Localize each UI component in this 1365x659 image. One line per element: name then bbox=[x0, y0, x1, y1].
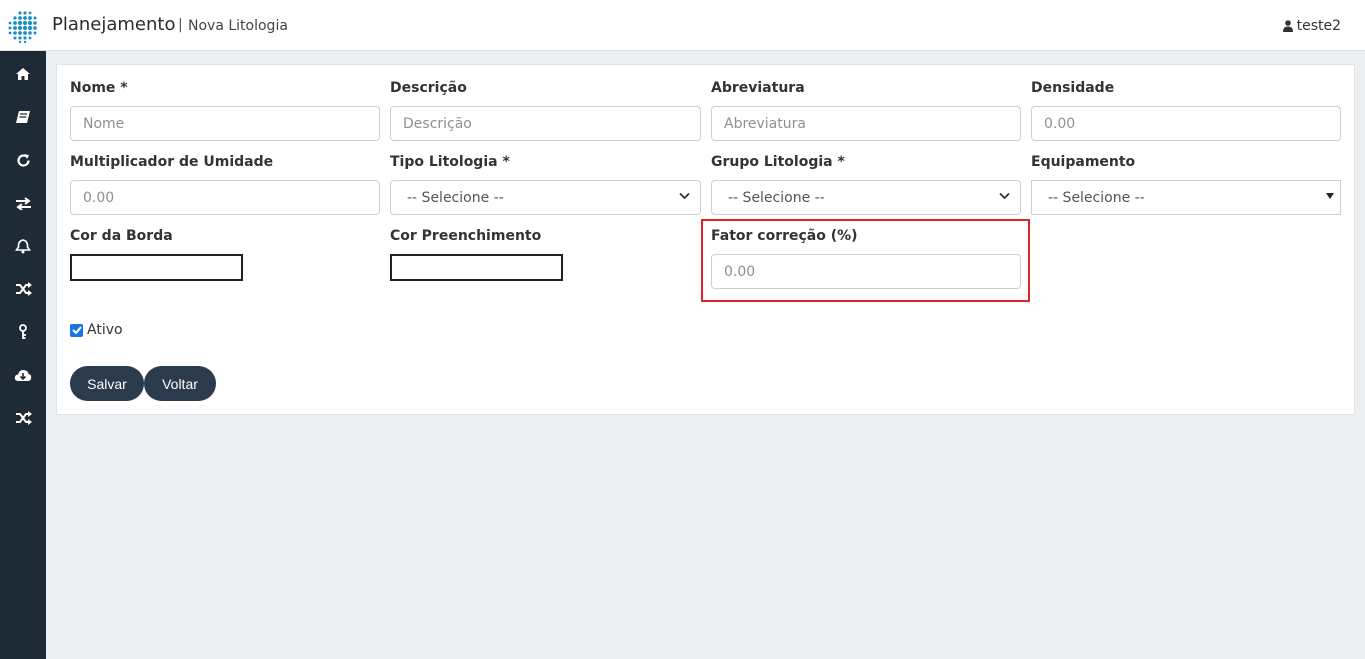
refresh-icon[interactable] bbox=[13, 151, 33, 169]
exchange-icon[interactable] bbox=[13, 194, 33, 212]
shuffle-icon[interactable] bbox=[13, 280, 33, 298]
nome-input[interactable] bbox=[70, 106, 380, 141]
ativo-row: Ativo bbox=[70, 322, 123, 338]
chevron-down-icon bbox=[999, 192, 1010, 200]
grupo-litologia-select[interactable]: -- Selecione -- bbox=[711, 180, 1021, 215]
chevron-down-icon bbox=[679, 192, 690, 200]
grupo-litologia-value: -- Selecione -- bbox=[728, 189, 825, 206]
equipamento-select[interactable]: -- Selecione -- bbox=[1031, 180, 1341, 215]
equipamento-value: -- Selecione -- bbox=[1048, 189, 1145, 206]
descricao-input[interactable] bbox=[390, 106, 701, 141]
title-separator: | bbox=[178, 17, 183, 33]
abreviatura-input[interactable] bbox=[711, 106, 1021, 141]
equipamento-label: Equipamento bbox=[1031, 154, 1136, 170]
grupo-litologia-label: Grupo Litologia * bbox=[711, 154, 845, 170]
cor-preenchimento-color-picker[interactable] bbox=[390, 254, 563, 281]
tipo-litologia-label: Tipo Litologia * bbox=[390, 154, 510, 170]
descricao-label: Descrição bbox=[390, 80, 467, 96]
ativo-checkbox[interactable] bbox=[70, 323, 83, 337]
save-button[interactable]: Salvar bbox=[70, 366, 144, 401]
caret-down-icon bbox=[1326, 193, 1334, 199]
sidebar bbox=[0, 51, 46, 659]
key-icon[interactable] bbox=[13, 323, 33, 341]
nome-label: Nome * bbox=[70, 80, 128, 96]
cor-preenchimento-label: Cor Preenchimento bbox=[390, 228, 542, 244]
bell-icon[interactable] bbox=[13, 237, 33, 255]
shuffle-icon[interactable] bbox=[13, 409, 33, 427]
back-button[interactable]: Voltar bbox=[144, 366, 216, 401]
multiplicador-label: Multiplicador de Umidade bbox=[70, 154, 274, 170]
multiplicador-input[interactable] bbox=[70, 180, 380, 215]
app-logo[interactable] bbox=[6, 10, 40, 44]
ativo-label: Ativo bbox=[87, 322, 123, 338]
abreviatura-label: Abreviatura bbox=[711, 80, 805, 96]
book-icon[interactable] bbox=[13, 108, 33, 126]
tipo-litologia-select[interactable]: -- Selecione -- bbox=[390, 180, 701, 215]
tipo-litologia-value: -- Selecione -- bbox=[407, 189, 504, 206]
user-menu[interactable]: teste2 bbox=[1282, 18, 1341, 34]
page-title: Nova Litologia bbox=[188, 18, 288, 34]
app-title: Planejamento bbox=[52, 14, 176, 35]
top-bar: Planejamento | Nova Litologia teste2 bbox=[0, 0, 1365, 51]
user-name: teste2 bbox=[1296, 18, 1341, 34]
densidade-label: Densidade bbox=[1031, 80, 1115, 96]
check-icon bbox=[71, 326, 82, 334]
fator-correcao-input[interactable] bbox=[711, 254, 1021, 289]
densidade-input[interactable] bbox=[1031, 106, 1341, 141]
cor-borda-label: Cor da Borda bbox=[70, 228, 173, 244]
fator-correcao-label: Fator correção (%) bbox=[711, 228, 858, 244]
user-icon bbox=[1282, 20, 1293, 32]
cloud-download-icon[interactable] bbox=[13, 366, 33, 384]
cor-borda-color-picker[interactable] bbox=[70, 254, 243, 281]
home-icon[interactable] bbox=[13, 65, 33, 83]
